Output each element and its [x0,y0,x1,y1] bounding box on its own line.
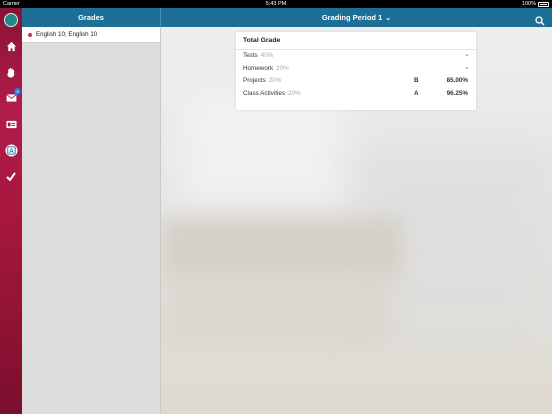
avatar-icon [4,13,18,27]
grading-period-selector[interactable]: Grading Period 1 ⌄ [161,8,552,27]
course-item[interactable]: English 10; English 10 [22,27,160,43]
total-grade-card: Total Grade Tests 40% - Homework 20% - Pro… [236,32,476,110]
grades-button[interactable]: A [3,142,19,158]
battery-icon [538,1,549,7]
profile-avatar[interactable] [3,12,19,28]
category-name: Homework [243,64,274,72]
grade-row[interactable]: Class Activities 20% A 96.25% [236,88,476,101]
home-button[interactable] [3,38,19,54]
category-weight: 20% [276,64,289,72]
clock: 5:43 PM [265,1,287,7]
tasks-button[interactable] [3,168,19,184]
card-title: Total Grade [236,32,476,50]
mail-badge: 4 [14,88,21,95]
mail-icon [5,94,17,102]
category-weight: 20% [268,77,282,84]
course-label: English 10; English 10 [36,31,98,38]
search-icon [535,16,545,26]
category-weight: 40% [260,52,274,59]
grade-row[interactable]: Homework 20% - [236,63,476,76]
raise-hand-button[interactable] [3,64,19,80]
percent-grade: - [465,52,468,59]
hand-icon [7,67,15,78]
percent-grade: 96.25% [446,89,468,97]
grade-a-icon: A [4,143,18,157]
mail-button[interactable]: 4 [3,88,21,106]
home-icon [6,41,16,51]
category-name: Class Activities [243,89,285,97]
category-weight: 20% [288,89,301,97]
checkmark-icon [6,171,16,181]
letter-grade: B [414,77,419,84]
percent-grade: 85.00% [446,77,468,84]
battery-status: 100% [522,0,549,8]
grading-period-label: Grading Period 1 [321,13,383,22]
category-name: Tests [243,52,258,59]
status-bar: Carrier 5:43 PM 100% [0,0,552,8]
battery-percent: 100% [521,1,536,7]
background-blur [161,267,391,347]
percent-grade: - [465,64,468,72]
grades-title: Grades [22,8,161,27]
course-color-dot [28,32,32,37]
grade-row[interactable]: Projects 20% B 85.00% [236,75,476,88]
grade-row[interactable]: Tests 40% - [236,50,476,63]
svg-text:A: A [9,148,14,155]
id-card-icon [5,120,17,128]
top-header: Grades Grading Period 1 ⌄ [22,8,552,27]
chevron-down-icon: ⌄ [385,15,392,22]
course-list: English 10; English 10 [22,27,161,414]
letter-grade: A [414,89,419,97]
id-card-button[interactable] [3,116,19,132]
search-button[interactable] [535,13,545,26]
nav-rail: 4 A [0,8,22,414]
category-name: Projects [243,77,266,84]
